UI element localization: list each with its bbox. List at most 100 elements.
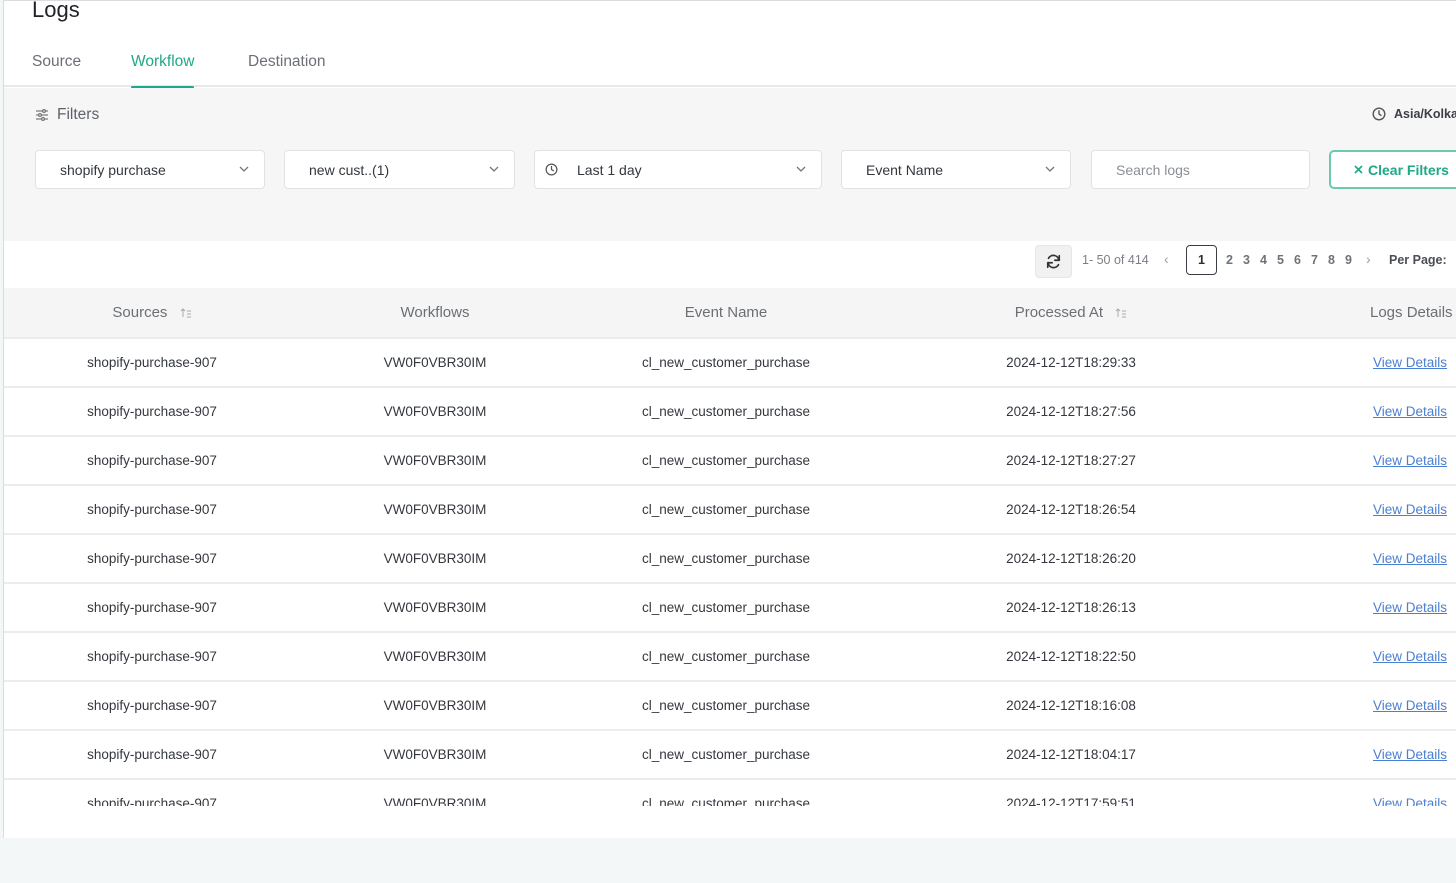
- timezone-indicator[interactable]: Asia/Kolkata: [1372, 107, 1456, 121]
- cell-workflow: VW0F0VBR30IM: [383, 502, 487, 517]
- page-current[interactable]: 1: [1186, 245, 1217, 275]
- view-details-link[interactable]: View Details: [1373, 355, 1447, 370]
- page-9[interactable]: 9: [1345, 253, 1352, 267]
- cell-workflow: VW0F0VBR30IM: [383, 796, 487, 806]
- close-icon: [1354, 165, 1363, 174]
- cell-processed-at: 2024-12-12T18:27:27: [1006, 453, 1136, 468]
- time-range-value: Last 1 day: [577, 161, 642, 178]
- tab-bar: Source Workflow Destination: [4, 45, 1456, 89]
- table-row: shopify-purchase-907 VW0F0VBR30IM cl_new_c…: [4, 583, 1456, 632]
- cell-processed-at: 2024-12-12T18:27:56: [1006, 404, 1136, 419]
- timezone-label: Asia/Kolkata: [1394, 107, 1456, 121]
- cell-logs-details: View Details: [1260, 485, 1456, 534]
- cell-event-name: cl_new_customer_purchase: [641, 453, 811, 468]
- filters-area: Filters Asia/Kolkata shopify purchase ne…: [4, 88, 1456, 241]
- page-5[interactable]: 5: [1277, 253, 1284, 267]
- cell-source: shopify-purchase-907: [87, 404, 217, 419]
- cell-workflow: VW0F0VBR30IM: [383, 551, 487, 566]
- header-logs-details: Logs Details: [1260, 288, 1456, 339]
- refresh-icon: [1046, 254, 1061, 269]
- view-details-link[interactable]: View Details: [1373, 747, 1447, 762]
- sort-icon[interactable]: [1115, 307, 1127, 319]
- header-processed-at[interactable]: Processed At: [882, 288, 1260, 339]
- search-logs-input[interactable]: [1091, 150, 1310, 189]
- tab-source[interactable]: Source: [32, 53, 81, 87]
- table-row: shopify-purchase-907 VW0F0VBR30IM cl_new_c…: [4, 681, 1456, 730]
- filters-heading: Filters: [35, 106, 99, 124]
- page-8[interactable]: 8: [1328, 253, 1335, 267]
- view-details-link[interactable]: View Details: [1373, 796, 1447, 806]
- table-row: shopify-purchase-907 VW0F0VBR30IM cl_new_c…: [4, 485, 1456, 534]
- cell-logs-details: View Details: [1260, 534, 1456, 583]
- next-page-button[interactable]: ›: [1366, 251, 1371, 267]
- sliders-icon: [36, 109, 48, 122]
- time-range-select[interactable]: Last 1 day: [534, 150, 822, 189]
- view-details-link[interactable]: View Details: [1373, 600, 1447, 615]
- chevron-down-icon: [489, 166, 499, 172]
- clear-filters-button[interactable]: Clear Filters: [1329, 150, 1456, 189]
- page-2[interactable]: 2: [1226, 253, 1233, 267]
- cell-logs-details: View Details: [1260, 632, 1456, 681]
- table-header-row: Sources Workflows Event Name Processed A…: [4, 288, 1456, 339]
- cell-event-name: cl_new_customer_purchase: [641, 747, 811, 762]
- cell-logs-details: View Details: [1260, 338, 1456, 387]
- sort-icon[interactable]: [180, 307, 192, 319]
- page-title: Logs: [32, 0, 80, 22]
- page-4[interactable]: 4: [1260, 253, 1267, 267]
- cell-logs-details: View Details: [1260, 730, 1456, 779]
- cell-workflow: VW0F0VBR30IM: [383, 600, 487, 615]
- cell-source: shopify-purchase-907: [87, 600, 217, 615]
- tab-workflow[interactable]: Workflow: [131, 53, 195, 89]
- event-name-value: Event Name: [866, 161, 944, 178]
- view-details-link[interactable]: View Details: [1373, 698, 1447, 713]
- cell-source: shopify-purchase-907: [87, 747, 217, 762]
- page-7[interactable]: 7: [1311, 253, 1318, 267]
- clock-icon: [1372, 107, 1386, 121]
- cell-workflow: VW0F0VBR30IM: [383, 698, 487, 713]
- view-details-link[interactable]: View Details: [1373, 404, 1447, 419]
- cell-source: shopify-purchase-907: [87, 502, 217, 517]
- cell-source: shopify-purchase-907: [87, 796, 217, 806]
- filters-label: Filters: [57, 106, 100, 123]
- source-select[interactable]: shopify purchase: [35, 150, 265, 189]
- view-details-link[interactable]: View Details: [1373, 551, 1447, 566]
- cell-workflow: VW0F0VBR30IM: [383, 747, 487, 762]
- cell-logs-details: View Details: [1260, 779, 1456, 806]
- table-row: shopify-purchase-907 VW0F0VBR30IM cl_new_c…: [4, 730, 1456, 779]
- logs-table: Sources Workflows Event Name Processed A…: [4, 288, 1456, 806]
- header-sources[interactable]: Sources: [4, 288, 300, 339]
- tab-destination[interactable]: Destination: [248, 53, 326, 87]
- cell-workflow: VW0F0VBR30IM: [383, 649, 487, 664]
- cell-logs-details: View Details: [1260, 387, 1456, 436]
- chevron-down-icon: [239, 166, 249, 172]
- cell-event-name: cl_new_customer_purchase: [641, 355, 811, 370]
- workflow-select[interactable]: new cust..(1): [284, 150, 515, 189]
- event-name-select[interactable]: Event Name: [841, 150, 1071, 189]
- cell-logs-details: View Details: [1260, 436, 1456, 485]
- cell-event-name: cl_new_customer_purchase: [641, 796, 811, 806]
- view-details-link[interactable]: View Details: [1373, 453, 1447, 468]
- workflow-select-value: new cust..(1): [309, 161, 390, 178]
- source-select-value: shopify purchase: [60, 161, 166, 178]
- cell-source: shopify-purchase-907: [87, 453, 217, 468]
- cell-logs-details: View Details: [1260, 583, 1456, 632]
- header-processed-at-label: Processed At: [1014, 304, 1104, 321]
- cell-event-name: cl_new_customer_purchase: [641, 600, 811, 615]
- cell-source: shopify-purchase-907: [87, 649, 217, 664]
- table-row: shopify-purchase-907 VW0F0VBR30IM cl_new_c…: [4, 338, 1456, 387]
- view-details-link[interactable]: View Details: [1373, 502, 1447, 517]
- page-3[interactable]: 3: [1243, 253, 1250, 267]
- cell-source: shopify-purchase-907: [87, 698, 217, 713]
- cell-workflow: VW0F0VBR30IM: [383, 355, 487, 370]
- cell-processed-at: 2024-12-12T18:26:20: [1006, 551, 1136, 566]
- cell-processed-at: 2024-12-12T18:04:17: [1006, 747, 1136, 762]
- cell-processed-at: 2024-12-12T18:29:33: [1006, 355, 1136, 370]
- view-details-link[interactable]: View Details: [1373, 649, 1447, 664]
- page-6[interactable]: 6: [1294, 253, 1301, 267]
- refresh-button[interactable]: [1035, 245, 1072, 278]
- cell-processed-at: 2024-12-12T18:16:08: [1006, 698, 1136, 713]
- cell-event-name: cl_new_customer_purchase: [641, 649, 811, 664]
- prev-page-button[interactable]: ‹: [1164, 251, 1169, 267]
- cell-workflow: VW0F0VBR30IM: [383, 404, 487, 419]
- header-event-name: Event Name: [570, 288, 882, 339]
